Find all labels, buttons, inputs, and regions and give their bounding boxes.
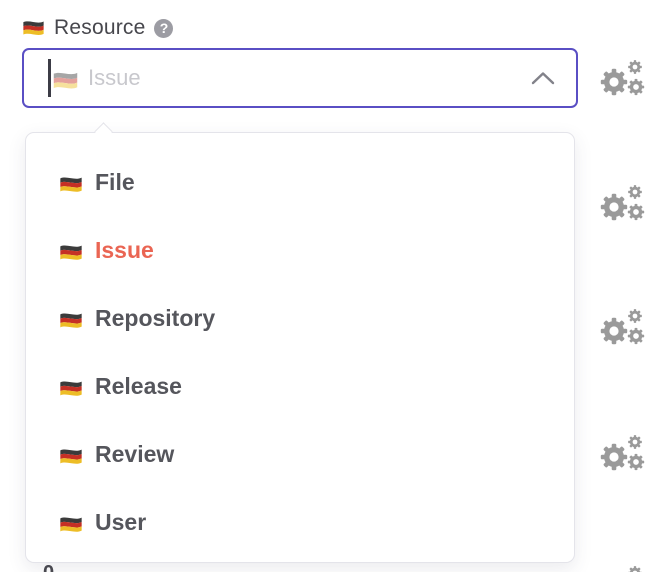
german-flag-icon (59, 243, 83, 263)
german-flag-icon (59, 311, 83, 331)
option-user[interactable]: User (26, 488, 574, 556)
option-label: Release (95, 373, 182, 400)
resource-select-input[interactable]: Issue (22, 48, 578, 108)
text-caret (48, 59, 51, 97)
german-flag-icon (52, 70, 79, 92)
option-label: Review (95, 441, 174, 468)
chevron-up-icon[interactable] (530, 71, 556, 85)
german-flag-icon (59, 379, 83, 399)
settings-gears-icon[interactable] (598, 56, 646, 100)
settings-gears-icon[interactable] (598, 305, 646, 349)
settings-gears-icon[interactable] (598, 431, 646, 475)
settings-gears-icon[interactable] (598, 562, 646, 572)
settings-gears-icon[interactable] (598, 181, 646, 225)
german-flag-icon (59, 447, 83, 467)
option-label: File (95, 169, 135, 196)
form-field-region: Resource ? Issue File Issue Repository (0, 0, 650, 572)
help-icon[interactable]: ? (154, 19, 173, 38)
option-label: Repository (95, 305, 215, 332)
option-label: Issue (95, 237, 154, 264)
option-release[interactable]: Release (26, 352, 574, 420)
option-issue[interactable]: Issue (26, 216, 574, 284)
select-placeholder: Issue (88, 65, 141, 91)
option-label: User (95, 509, 146, 536)
german-flag-icon (59, 515, 83, 535)
german-flag-icon (59, 175, 83, 195)
german-flag-icon (22, 19, 45, 38)
partial-background-text: 0 (43, 562, 54, 572)
field-label: Resource (54, 16, 145, 40)
option-repository[interactable]: Repository (26, 284, 574, 352)
option-review[interactable]: Review (26, 420, 574, 488)
field-label-row: Resource ? (22, 16, 173, 40)
dropdown-panel: File Issue Repository Release Review Use… (25, 132, 575, 563)
option-file[interactable]: File (26, 148, 574, 216)
